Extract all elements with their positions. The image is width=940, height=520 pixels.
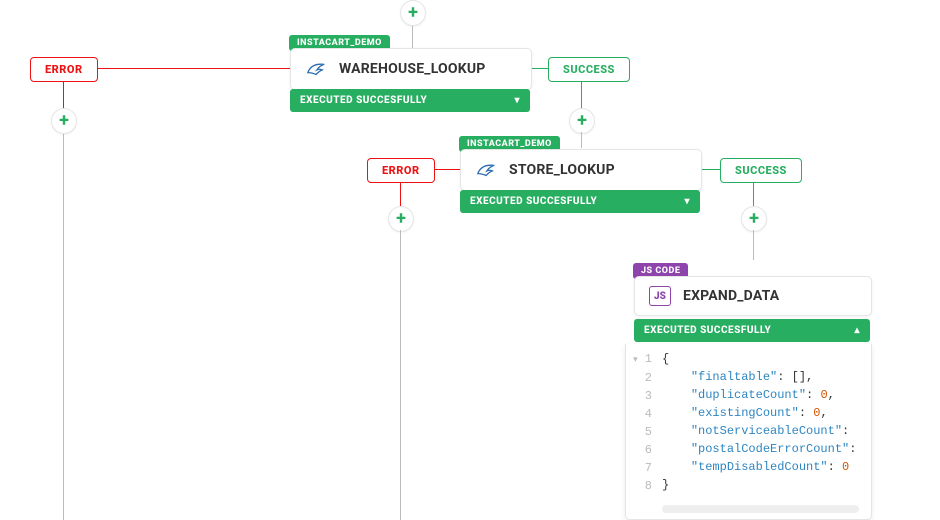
add-node-button[interactable]: + — [569, 108, 595, 134]
connector-line-success — [700, 169, 720, 170]
node-status-bar[interactable]: EXECUTED SUCCESFULLY ▾ — [290, 89, 530, 112]
node-status-bar[interactable]: EXECUTED SUCCESFULLY ▴ — [634, 319, 870, 342]
warehouse-lookup-node[interactable]: WAREHOUSE_LOOKUP — [290, 48, 532, 90]
connector-line-success — [581, 81, 582, 111]
success-pill[interactable]: SUCCESS — [720, 158, 802, 183]
add-node-button[interactable]: + — [400, 0, 426, 26]
horizontal-scrollbar[interactable] — [662, 505, 859, 513]
expand-data-node[interactable]: JS EXPAND_DATA — [634, 276, 872, 316]
code-body[interactable]: ▾ 1 2 3 4 5 6 7 8 { "finaltable": [], "d… — [626, 344, 871, 505]
node-title: EXPAND_DATA — [683, 288, 779, 304]
node-status-bar[interactable]: EXECUTED SUCCESFULLY ▾ — [460, 190, 700, 213]
dolphin-icon — [475, 159, 497, 181]
store-lookup-node[interactable]: STORE_LOOKUP — [460, 149, 702, 191]
add-node-button[interactable]: + — [388, 206, 414, 232]
node-title: WAREHOUSE_LOOKUP — [339, 61, 486, 77]
chevron-down-icon: ▾ — [684, 196, 690, 207]
connector-line-error — [400, 182, 401, 206]
dolphin-icon — [305, 58, 327, 80]
error-pill[interactable]: ERROR — [367, 158, 435, 183]
connector-line — [753, 230, 754, 260]
connector-line — [581, 132, 582, 148]
success-pill[interactable]: SUCCESS — [548, 57, 630, 82]
connector-line-success — [753, 182, 754, 206]
workflow-canvas[interactable]: + ERROR + SUCCESS + INSTACART_DEMO WAREH… — [0, 0, 940, 520]
status-text: EXECUTED SUCCESFULLY — [470, 196, 597, 207]
status-text: EXECUTED SUCCESFULLY — [644, 325, 771, 336]
add-node-button[interactable]: + — [741, 206, 767, 232]
connector-line-success — [530, 68, 548, 69]
add-node-button[interactable]: + — [51, 108, 77, 134]
chevron-down-icon: ▾ — [514, 95, 520, 106]
connector-line-error — [97, 68, 290, 69]
connector-line — [63, 132, 64, 520]
status-text: EXECUTED SUCCESFULLY — [300, 95, 427, 106]
fold-toggle-icon[interactable]: ▾ — [633, 355, 638, 365]
error-pill[interactable]: ERROR — [30, 57, 98, 82]
connector-line-error — [434, 169, 460, 170]
chevron-up-icon: ▴ — [854, 325, 860, 336]
code-gutter: ▾ 1 2 3 4 5 6 7 8 — [628, 350, 662, 495]
js-icon: JS — [649, 286, 671, 306]
connector-line — [400, 230, 401, 520]
code-output-panel: ▾ 1 2 3 4 5 6 7 8 { "finaltable": [], "d… — [625, 344, 872, 520]
node-title: STORE_LOOKUP — [509, 162, 615, 178]
code-content: { "finaltable": [], "duplicateCount": 0,… — [662, 350, 856, 495]
